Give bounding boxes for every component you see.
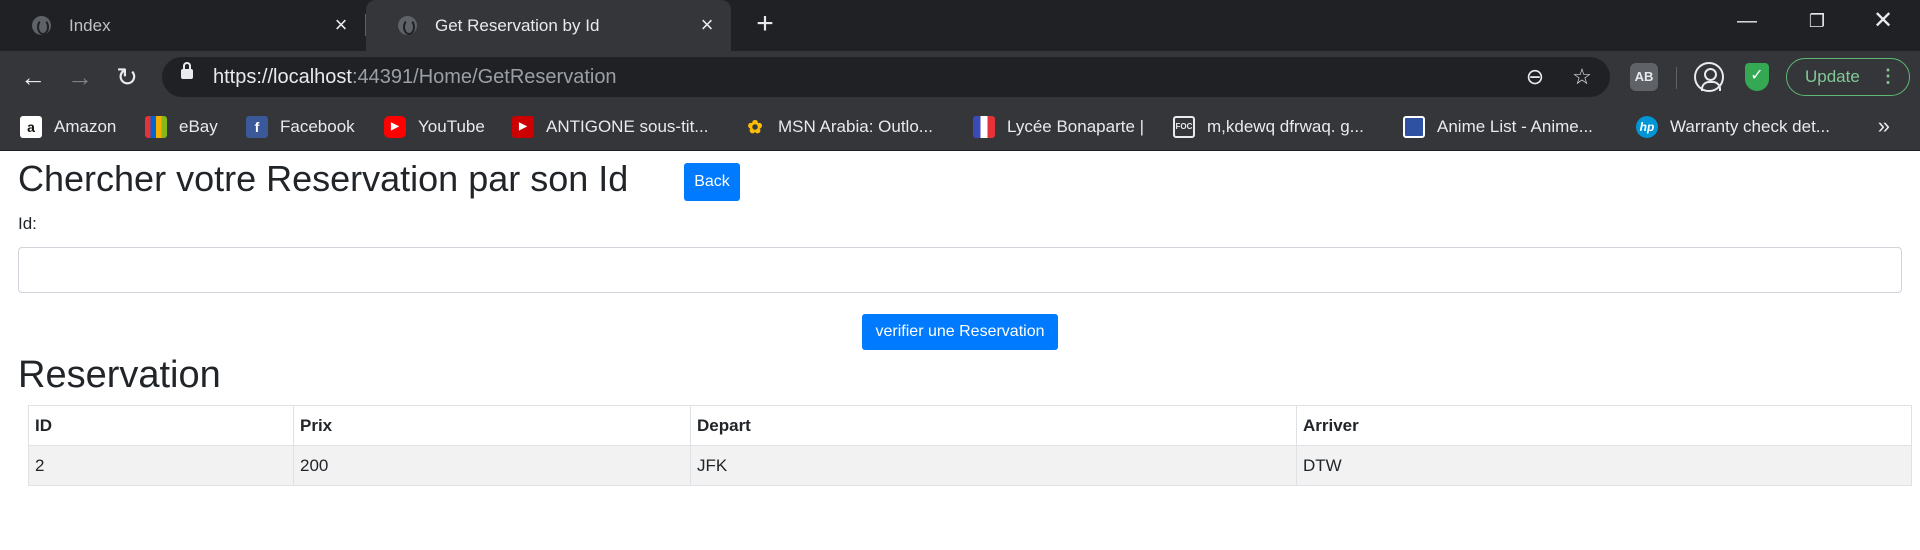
cell-depart: JFK <box>690 445 1297 486</box>
id-label: Id: <box>18 214 37 233</box>
msn-icon: ✿ <box>747 117 763 137</box>
bookmark-youtube[interactable]: ▶ YouTube <box>384 103 485 151</box>
column-header-prix: Prix <box>293 405 691 446</box>
star-icon[interactable]: ☆ <box>1569 64 1595 90</box>
bookmark-ebay[interactable]: eBay <box>145 103 218 151</box>
update-label: Update <box>1805 67 1860 86</box>
film-icon: FOC <box>1173 116 1195 138</box>
bookmark-lycee[interactable]: Lycée Bonaparte | <box>973 103 1144 151</box>
reservation-heading: Reservation <box>18 354 221 396</box>
toolbar-divider <box>1676 67 1677 89</box>
amazon-icon: a <box>20 116 42 138</box>
bookmark-label: eBay <box>179 117 218 136</box>
bookmark-film[interactable]: FOC m,kdewq dfrwaq. g... <box>1173 103 1364 151</box>
page-title: Chercher votre Reservation par son Id <box>18 158 629 199</box>
page-content: Chercher votre Reservation par son Id Ba… <box>0 151 1920 550</box>
hp-icon: hp <box>1636 116 1658 138</box>
bookmark-label: m,kdewq dfrwaq. g... <box>1207 117 1364 136</box>
lycee-icon <box>973 116 995 138</box>
bookmark-label: Facebook <box>280 117 355 136</box>
cell-arriver: DTW <box>1296 445 1912 486</box>
anime-icon <box>1403 116 1425 138</box>
forward-arrow-icon[interactable]: → <box>63 60 97 94</box>
zoom-out-icon[interactable]: ⊖ <box>1522 64 1548 90</box>
bookmark-label: MSN Arabia: Outlo... <box>778 117 933 136</box>
tab-strip: Index × Get Reservation by Id × + — ❐ ✕ <box>0 0 1920 51</box>
reload-icon[interactable]: ↻ <box>110 60 144 94</box>
cell-prix: 200 <box>293 445 691 486</box>
column-header-arriver: Arriver <box>1296 405 1912 446</box>
close-tab-icon[interactable]: × <box>329 13 353 37</box>
shield-check-icon[interactable]: ✓ <box>1745 63 1769 91</box>
youtube-icon: ▶ <box>512 116 534 138</box>
bookmark-antigone[interactable]: ▶ ANTIGONE sous-tit... <box>512 103 708 151</box>
tab-title: Index <box>69 15 111 35</box>
bookmark-label: Amazon <box>54 117 117 136</box>
tab-get-reservation[interactable]: Get Reservation by Id × <box>366 0 731 51</box>
minimize-button[interactable]: — <box>1716 0 1778 42</box>
url-scheme: https:// <box>213 66 274 88</box>
reservation-table: ID Prix Depart Arriver 2 200 JFK DTW <box>28 405 1912 486</box>
adblock-icon[interactable]: AB <box>1630 63 1658 91</box>
browser-toolbar: ← → ↻ https://localhost:44391/Home/GetRe… <box>0 51 1920 103</box>
url-text[interactable]: https://localhost:44391/Home/GetReservat… <box>213 57 617 97</box>
more-bookmarks-icon[interactable]: » <box>1878 103 1890 151</box>
globe-icon <box>398 16 417 35</box>
profile-icon[interactable] <box>1694 62 1724 92</box>
bookmark-label: Warranty check det... <box>1670 117 1830 136</box>
table-header-row: ID Prix Depart Arriver <box>28 405 1912 446</box>
bookmark-msn[interactable]: ✿ MSN Arabia: Outlo... <box>744 103 933 151</box>
bookmark-label: Anime List - Anime... <box>1437 117 1593 136</box>
table-row: 2 200 JFK DTW <box>28 445 1912 486</box>
close-tab-icon[interactable]: × <box>695 13 719 37</box>
url-host: localhost <box>273 66 352 88</box>
url-path: :44391/Home/GetReservation <box>351 66 617 88</box>
youtube-icon: ▶ <box>384 116 406 138</box>
bookmark-anime-list[interactable]: Anime List - Anime... <box>1403 103 1593 151</box>
bookmarks-bar: a Amazon eBay f Facebook ▶ YouTube ▶ ANT… <box>0 103 1920 151</box>
restore-button[interactable]: ❐ <box>1786 0 1848 42</box>
new-tab-button[interactable]: + <box>751 9 779 39</box>
bookmark-amazon[interactable]: a Amazon <box>20 103 116 151</box>
column-header-depart: Depart <box>690 405 1297 446</box>
tab-index[interactable]: Index × <box>0 0 365 51</box>
facebook-icon: f <box>246 116 268 138</box>
bookmark-label: Lycée Bonaparte | <box>1007 117 1145 136</box>
address-bar[interactable]: https://localhost:44391/Home/GetReservat… <box>162 57 1610 97</box>
ebay-icon <box>145 116 167 138</box>
update-button[interactable]: Update ⋮ <box>1786 58 1910 96</box>
back-arrow-icon[interactable]: ← <box>16 60 50 94</box>
bookmark-warranty[interactable]: hp Warranty check det... <box>1636 103 1830 151</box>
tab-title: Get Reservation by Id <box>435 15 600 35</box>
globe-icon <box>32 16 51 35</box>
bookmark-label: YouTube <box>418 117 485 136</box>
cell-id: 2 <box>28 445 294 486</box>
bookmark-label: ANTIGONE sous-tit... <box>546 117 709 136</box>
bookmark-facebook[interactable]: f Facebook <box>246 103 355 151</box>
lock-icon <box>181 62 193 79</box>
menu-dots-icon: ⋮ <box>1879 66 1897 86</box>
id-input[interactable] <box>18 247 1902 293</box>
back-button[interactable]: Back <box>684 163 740 201</box>
verify-reservation-button[interactable]: verifier une Reservation <box>862 314 1058 350</box>
close-window-button[interactable]: ✕ <box>1852 0 1914 42</box>
column-header-id: ID <box>28 405 294 446</box>
